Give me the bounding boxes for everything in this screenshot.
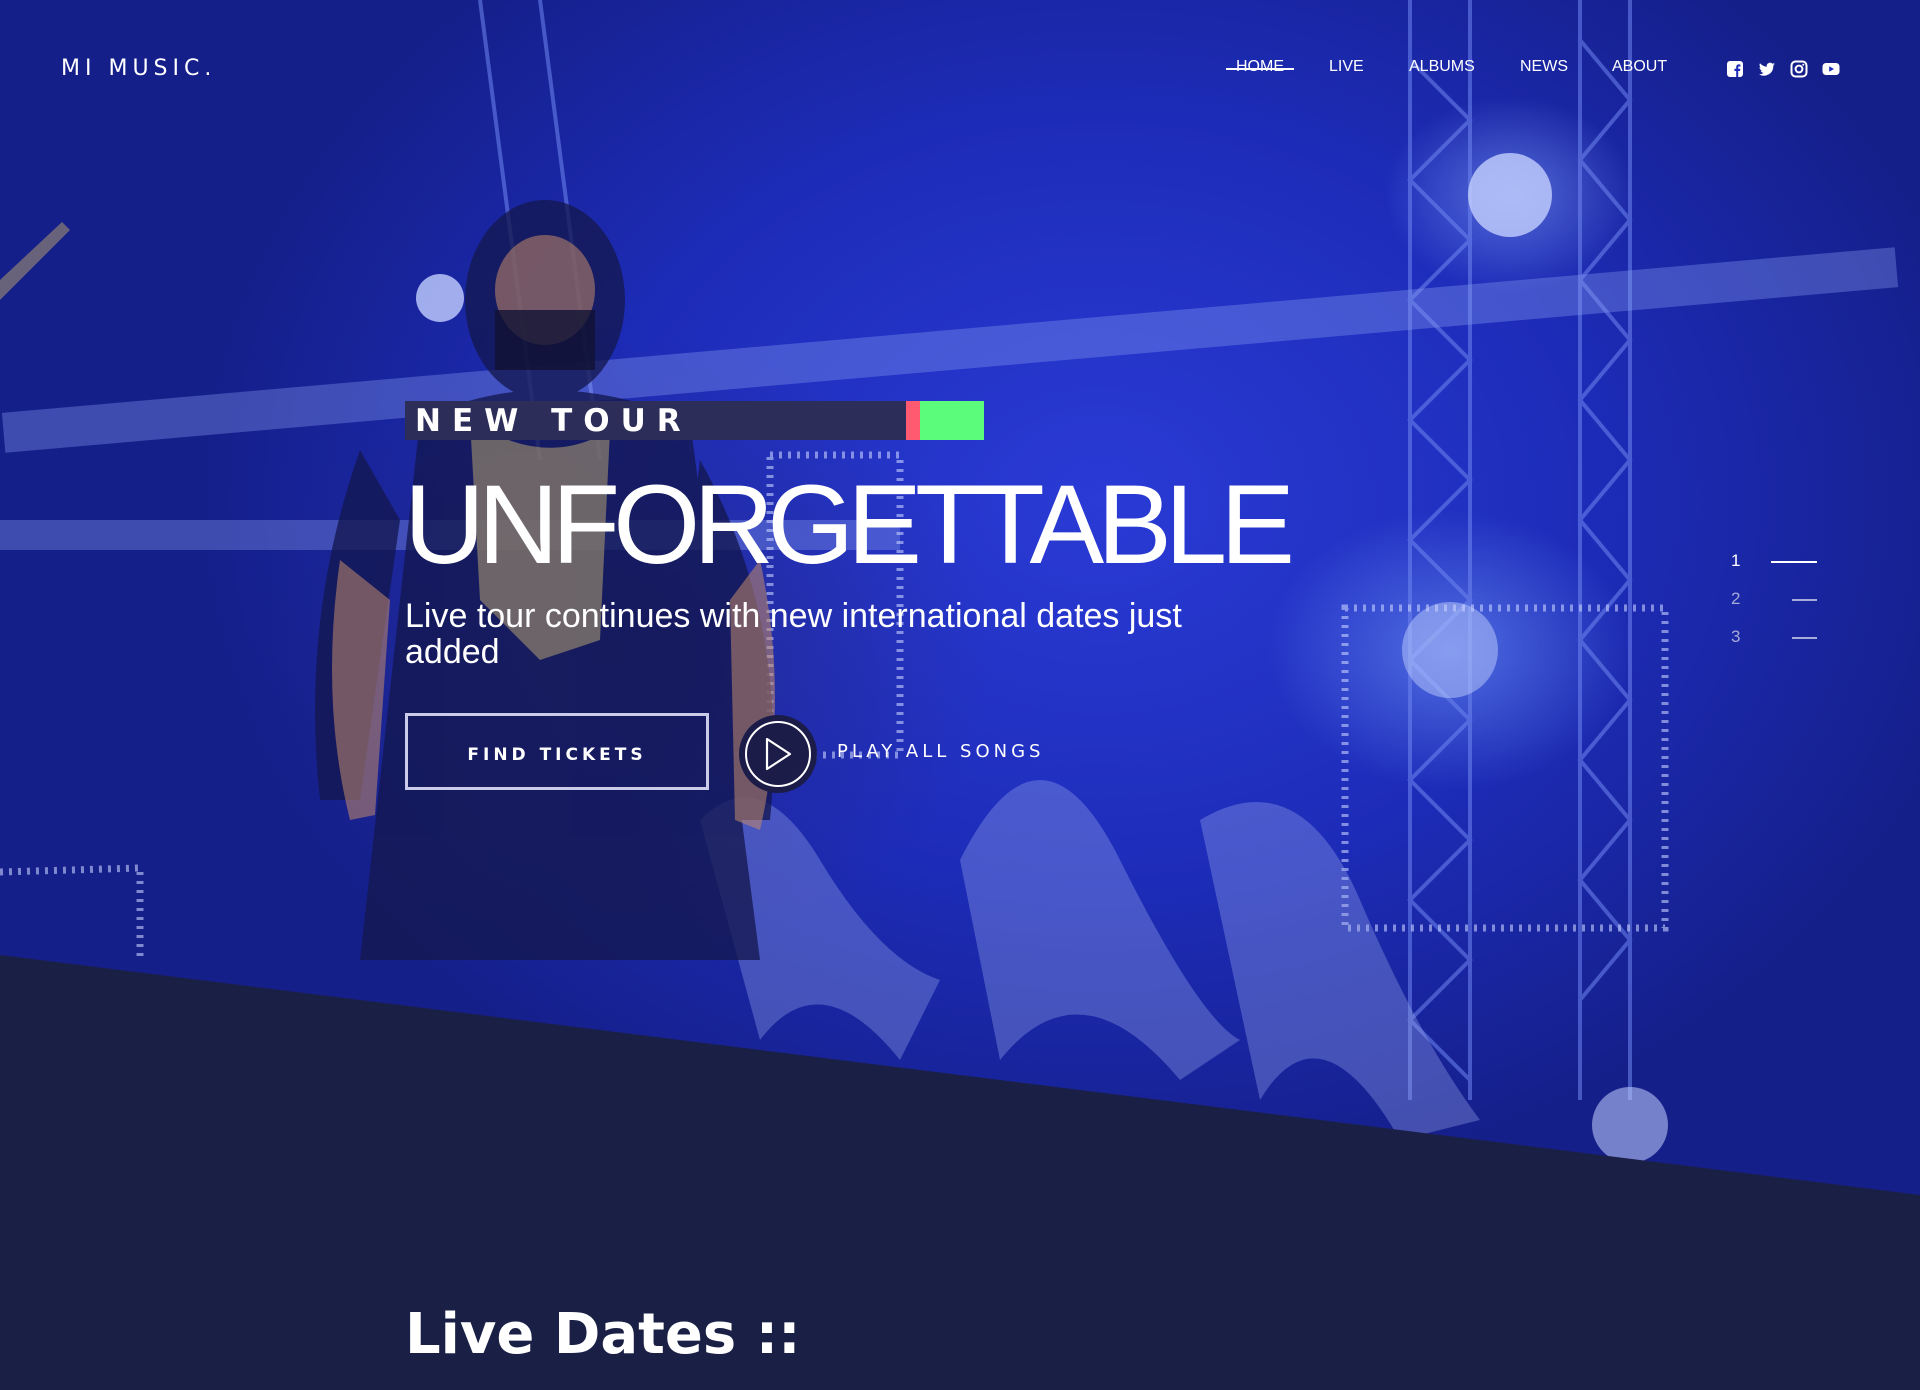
slide-indicator-3[interactable]: 3 [1726, 625, 1822, 649]
slide-indicator-2[interactable]: 2 [1726, 587, 1822, 611]
play-icon [765, 737, 792, 771]
slide-number: 3 [1731, 627, 1741, 646]
nav-item-about[interactable]: ABOUT [1612, 58, 1667, 76]
page: MI MUSIC. HOME LIVE ALBUMS NEWS ABOUT NE… [0, 0, 1920, 1390]
instagram-icon[interactable] [1790, 60, 1808, 78]
nav-item-albums[interactable]: ALBUMS [1409, 58, 1475, 76]
slide-bar [1771, 561, 1817, 563]
play-button[interactable] [739, 715, 817, 793]
find-tickets-button[interactable]: FIND TICKETS [405, 713, 709, 790]
play-all-songs-link[interactable]: PLAY ALL SONGS [837, 741, 1044, 762]
youtube-icon[interactable] [1822, 60, 1840, 78]
section-title: Live Dates :: [405, 1302, 801, 1367]
facebook-icon[interactable] [1726, 60, 1744, 78]
twitter-icon[interactable] [1758, 60, 1776, 78]
hero-subtitle: Live tour continues with new internation… [405, 597, 1182, 671]
tour-tag-label: NEW TOUR [415, 403, 692, 439]
slide-indicator-1[interactable]: 1 [1726, 549, 1822, 573]
slide-number: 1 [1731, 551, 1741, 570]
slide-bar [1792, 599, 1817, 601]
nav-item-live[interactable]: LIVE [1329, 58, 1364, 76]
social-links [1726, 60, 1840, 78]
nav-item-news[interactable]: NEWS [1520, 58, 1568, 76]
tag-accent-green [920, 401, 984, 440]
tag-accent-red [906, 401, 920, 440]
hero-headline: UNFORGETTABLE [404, 462, 1295, 587]
nav-item-home[interactable]: HOME [1226, 58, 1294, 76]
tour-tag: NEW TOUR [405, 401, 906, 440]
slide-number: 2 [1731, 589, 1741, 608]
slide-bar [1792, 637, 1817, 639]
find-tickets-label: FIND TICKETS [467, 744, 647, 765]
section-background [0, 950, 1920, 1390]
site-logo[interactable]: MI MUSIC. [61, 56, 216, 81]
